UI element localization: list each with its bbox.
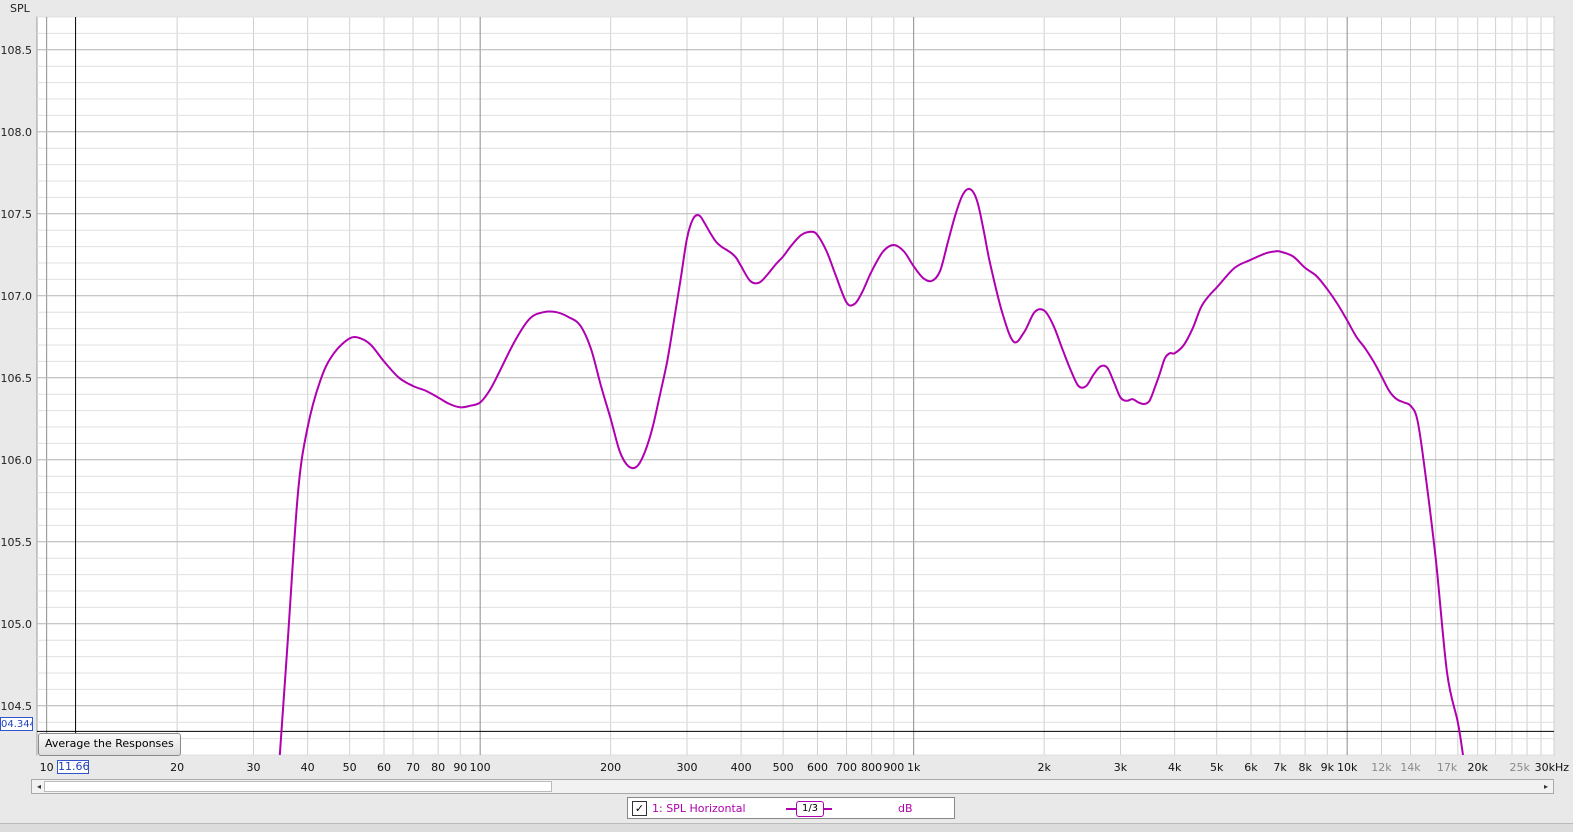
x-tick-label: 700	[836, 761, 857, 774]
x-tick-label: 20k	[1467, 761, 1488, 774]
legend-smoothing-badge[interactable]: 1/3	[796, 801, 824, 817]
y-axis-label: SPL	[10, 2, 31, 15]
x-tick-label: 300	[676, 761, 697, 774]
legend-checkbox[interactable]: ✓	[632, 801, 647, 816]
x-tick-label: 20	[170, 761, 184, 774]
x-tick-label: 17k	[1437, 761, 1458, 774]
x-tick-label: 500	[773, 761, 794, 774]
scroll-thumb[interactable]	[44, 781, 552, 792]
y-tick-label: 107.5	[1, 208, 33, 221]
x-tick-label: 4k	[1168, 761, 1182, 774]
x-tick-label: 400	[731, 761, 752, 774]
legend-series-name: 1: SPL Horizontal	[652, 802, 746, 815]
x-tick-label: 12k	[1371, 761, 1392, 774]
x-tick-label: 7k	[1273, 761, 1287, 774]
x-tick-label: 6k	[1244, 761, 1258, 774]
y-tick-label: 105.5	[1, 536, 33, 549]
x-tick-label: 90	[453, 761, 467, 774]
x-tick-label: 60	[377, 761, 391, 774]
y-axis-ticks: 104.5 105.0 105.5 106.0 106.5 107.0 107.5 108.0…	[1, 44, 33, 713]
x-tick-label: 50	[343, 761, 357, 774]
x-tick-label: 1k	[907, 761, 921, 774]
x-tick-label: 200	[600, 761, 621, 774]
x-tick-label: 10	[40, 761, 54, 774]
x-tick-label: 80	[431, 761, 445, 774]
x-tick-label: 9k	[1321, 761, 1335, 774]
x-tick-label: 3k	[1114, 761, 1128, 774]
x-tick-label: 14k	[1400, 761, 1421, 774]
x-tick-label: 5k	[1210, 761, 1224, 774]
y-tick-label: 104.5	[1, 700, 33, 713]
x-tick-label: 800	[861, 761, 882, 774]
average-responses-button[interactable]: Average the Responses	[38, 733, 181, 756]
y-tick-label: 106.5	[1, 372, 33, 385]
y-tick-label: 107.0	[1, 290, 33, 303]
x-tick-label: 2k	[1037, 761, 1051, 774]
spl-chart: SPL 104.5105.0105.5106.0106.5107.0107.51…	[1, 2, 1570, 774]
y-tick-label: 105.0	[1, 618, 33, 631]
horizontal-scrollbar[interactable]: ◂ ▸	[31, 779, 1554, 794]
x-tick-label: 10k	[1337, 761, 1358, 774]
x-tick-label: 100	[470, 761, 491, 774]
x-axis-ticks: 10 20 30 40 50 60 70 80 90 100 200 300 400 500 600 700 8…	[40, 761, 1570, 774]
cursor-y-readout: 04.344	[0, 717, 33, 731]
x-tick-label: 900	[883, 761, 904, 774]
y-tick-label: 106.0	[1, 454, 33, 467]
x-tick-label: 30kHz	[1535, 761, 1570, 774]
x-tick-label: 8k	[1298, 761, 1312, 774]
cursor-x-readout: 11.66	[57, 760, 90, 774]
y-tick-label: 108.5	[1, 44, 33, 57]
scroll-right-icon[interactable]: ▸	[1539, 780, 1553, 793]
x-tick-label: 30	[246, 761, 260, 774]
x-tick-label: 70	[406, 761, 420, 774]
x-tick-label: 25k	[1509, 761, 1530, 774]
x-tick-label: 40	[301, 761, 315, 774]
legend-unit: dB	[898, 802, 913, 815]
plot-area[interactable]	[36, 16, 1555, 756]
legend: ✓ 1: SPL Horizontal 1/3 dB	[627, 797, 955, 819]
y-tick-label: 108.0	[1, 126, 33, 139]
x-tick-label: 600	[807, 761, 828, 774]
